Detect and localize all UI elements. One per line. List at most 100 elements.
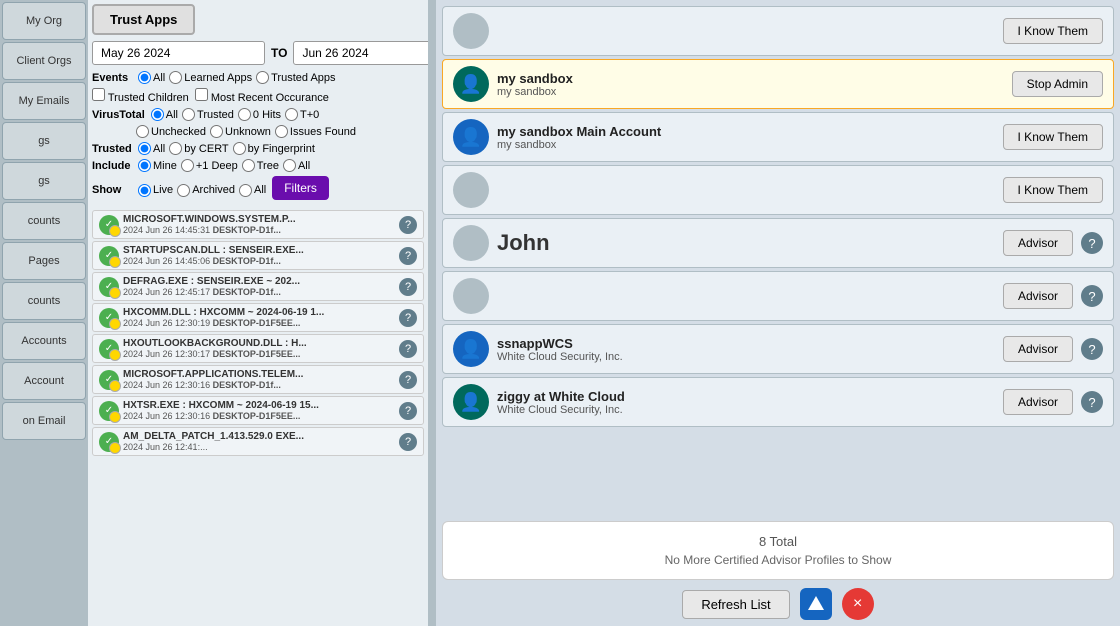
app-list-item[interactable]: ✓ HXTSR.EXE : HXCOMM ~ 2024-06-19 15... … (92, 396, 424, 425)
app-list-item[interactable]: ✓ DEFRAG.EXE : SENSEIR.EXE ~ 202... 2024… (92, 272, 424, 301)
advisor-question-icon[interactable]: ? (1081, 232, 1103, 254)
include-all-option[interactable]: All (283, 159, 310, 172)
vt-issues-option[interactable]: Issues Found (275, 125, 356, 138)
app-list-item[interactable]: ✓ MICROSOFT.WINDOWS.SYSTEM.P... 2024 Jun… (92, 210, 424, 239)
show-live-option[interactable]: Live (138, 184, 173, 197)
virustotal2-radio-group: Unchecked Unknown Issues Found (136, 125, 356, 138)
stop-admin-button[interactable]: Stop Admin (1012, 71, 1103, 97)
vt-all-option[interactable]: All (151, 108, 178, 121)
virustotal-radio-group: All Trusted 0 Hits T+0 (151, 108, 320, 121)
advisor-button[interactable]: Advisor (1003, 230, 1073, 256)
sidebar-item-gs2[interactable]: gs (2, 162, 86, 200)
app-text: DEFRAG.EXE : SENSEIR.EXE ~ 202... 2024 J… (123, 276, 395, 297)
date-from-input[interactable] (92, 41, 265, 65)
app-list-item[interactable]: ✓ AM_DELTA_PATCH_1.413.529.0 EXE... 2024… (92, 427, 424, 456)
iknow-them-button[interactable]: I Know Them (1003, 18, 1103, 44)
advisor-avatar-placeholder (453, 225, 489, 261)
include-label: Include (92, 160, 132, 172)
trusted-all-option[interactable]: All (138, 142, 165, 155)
show-filter-row: Show Live Archived All Filters (92, 176, 424, 204)
include-mine-option[interactable]: Mine (138, 159, 177, 172)
advisor-name: my sandbox (497, 71, 1004, 86)
sidebar-item-myemails[interactable]: My Emails (2, 82, 86, 120)
advisor-item: Advisor ? (442, 271, 1114, 321)
advisor-avatar: 👤 (453, 384, 489, 420)
trusted-fp-option[interactable]: by Fingerprint (233, 142, 315, 155)
advisor-name: ziggy at White Cloud (497, 389, 995, 404)
events-trusted-option[interactable]: Trusted Apps (256, 71, 335, 84)
trusted-cert-option[interactable]: by CERT (169, 142, 228, 155)
sidebar-item-account[interactable]: Account (2, 362, 86, 400)
close-button[interactable]: × (842, 588, 874, 620)
advisor-question-icon[interactable]: ? (1081, 391, 1103, 413)
advisor-question-icon[interactable]: ? (1081, 338, 1103, 360)
app-question-icon[interactable]: ? (399, 340, 417, 358)
iknow-them-button[interactable]: I Know Them (1003, 177, 1103, 203)
app-question-icon[interactable]: ? (399, 216, 417, 234)
app-status-icon: ✓ (99, 246, 119, 266)
sidebar-item-myorg[interactable]: My Org (2, 2, 86, 40)
app-list-item[interactable]: ✓ HXOUTLOOKBACKGROUND.DLL : H... 2024 Ju… (92, 334, 424, 363)
trusted-label: Trusted (92, 143, 132, 155)
app-question-icon[interactable]: ? (399, 309, 417, 327)
vt-unchecked-option[interactable]: Unchecked (136, 125, 206, 138)
app-status-icon: ✓ (99, 401, 119, 421)
scroll-divider (428, 0, 436, 626)
events-all-option[interactable]: All (138, 71, 165, 84)
app-name: MICROSOFT.APPLICATIONS.TELEM... (123, 369, 395, 380)
logo-button[interactable] (800, 588, 832, 620)
advisor-question-icon[interactable]: ? (1081, 285, 1103, 307)
app-list-item[interactable]: ✓ STARTUPSCAN.DLL : SENSEIR.EXE... 2024 … (92, 241, 424, 270)
iknow-them-button[interactable]: I Know Them (1003, 124, 1103, 150)
sidebar-item-accounts[interactable]: Accounts (2, 322, 86, 360)
date-to-input[interactable] (293, 41, 428, 65)
most-recent-option[interactable]: Most Recent Occurance (195, 88, 329, 104)
app-name: HXCOMM.DLL : HXCOMM ~ 2024-06-19 1... (123, 307, 395, 318)
app-question-icon[interactable]: ? (399, 371, 417, 389)
to-label: TO (271, 46, 287, 60)
trusted-children-option[interactable]: Trusted Children (92, 88, 189, 104)
virustotal-label: VirusTotal (92, 109, 145, 121)
vt-tplus0-option[interactable]: T+0 (285, 108, 319, 121)
advisor-button[interactable]: Advisor (1003, 336, 1073, 362)
bottom-bar: Refresh List × (442, 588, 1114, 620)
vt-unknown-option[interactable]: Unknown (210, 125, 271, 138)
app-question-icon[interactable]: ? (399, 278, 417, 296)
advisor-item: 👤 ssnappWCS White Cloud Security, Inc. A… (442, 324, 1114, 374)
include-tree-option[interactable]: Tree (242, 159, 279, 172)
sidebar-item-counts2[interactable]: counts (2, 282, 86, 320)
trust-apps-button[interactable]: Trust Apps (92, 4, 195, 35)
show-archived-option[interactable]: Archived (177, 184, 235, 197)
events-label: Events (92, 72, 132, 84)
vt-trusted-option[interactable]: Trusted (182, 108, 234, 121)
app-question-icon[interactable]: ? (399, 402, 417, 420)
advisor-org: my sandbox (497, 86, 1004, 98)
refresh-list-button[interactable]: Refresh List (682, 590, 789, 619)
sidebar-item-clientorgs[interactable]: Client Orgs (2, 42, 86, 80)
app-text: MICROSOFT.APPLICATIONS.TELEM... 2024 Jun… (123, 369, 395, 390)
show-label: Show (92, 184, 132, 196)
show-all-option[interactable]: All (239, 184, 266, 197)
app-question-icon[interactable]: ? (399, 247, 417, 265)
app-name: DEFRAG.EXE : SENSEIR.EXE ~ 202... (123, 276, 395, 287)
include-filter-row: Include Mine +1 Deep Tree All (92, 159, 424, 172)
advisor-item: John Advisor ? (442, 218, 1114, 268)
sidebar-item-counts1[interactable]: counts (2, 202, 86, 240)
advisor-org: White Cloud Security, Inc. (497, 404, 995, 416)
app-date: 2024 Jun 26 14:45:06 DESKTOP-D1f... (123, 256, 395, 266)
sidebar-item-gs1[interactable]: gs (2, 122, 86, 160)
advisor-button[interactable]: Advisor (1003, 389, 1073, 415)
sidebar-item-onemail[interactable]: on Email (2, 402, 86, 440)
advisor-info: ziggy at White Cloud White Cloud Securit… (497, 389, 995, 416)
sidebar-item-pages[interactable]: Pages (2, 242, 86, 280)
advisor-button[interactable]: Advisor (1003, 283, 1073, 309)
events-learned-option[interactable]: Learned Apps (169, 71, 252, 84)
advisor-item: 👤 ziggy at White Cloud White Cloud Secur… (442, 377, 1114, 427)
summary-message: No More Certified Advisor Profiles to Sh… (455, 553, 1101, 567)
vt-0hits-option[interactable]: 0 Hits (238, 108, 281, 121)
filters-button[interactable]: Filters (272, 176, 329, 200)
app-list-item[interactable]: ✓ MICROSOFT.APPLICATIONS.TELEM... 2024 J… (92, 365, 424, 394)
app-question-icon[interactable]: ? (399, 433, 417, 451)
include-1deep-option[interactable]: +1 Deep (181, 159, 238, 172)
app-list-item[interactable]: ✓ HXCOMM.DLL : HXCOMM ~ 2024-06-19 1... … (92, 303, 424, 332)
